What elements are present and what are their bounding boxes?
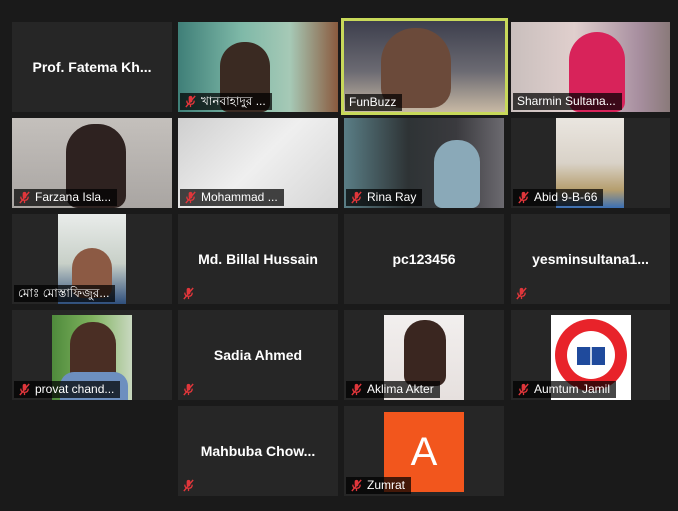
participant-label: Rina Ray [346,189,423,206]
video-tile-yesminsultana[interactable]: yesminsultana1... [511,214,670,304]
video-tile-mostafizur[interactable]: মোঃ মোস্তাফিজুর... [12,214,172,304]
video-tile-funbuzz[interactable]: FunBuzz [341,18,508,115]
muted-mic-icon [183,383,194,396]
participant-name: FunBuzz [349,95,397,109]
participant-label: Aumtum Jamil [513,381,617,398]
participant-label: Farzana Isla... [14,189,118,206]
participant-name: মোঃ মোস্তাফিজুর... [18,286,110,300]
participant-name: Abid 9-B-66 [534,190,598,204]
video-tile-abid[interactable]: Abid 9-B-66 [511,118,670,208]
participant-name: Mahbuba Chow... [200,443,316,459]
muted-mic-icon [185,95,196,108]
participant-label: Mohammad ... [180,189,284,206]
participant-face [404,320,446,386]
participant-label: Zumrat [346,477,412,494]
video-tile-khanbahadur[interactable]: খানবাহাদুর ... [178,22,338,112]
muted-mic-icon [351,383,362,396]
video-tile-aklima[interactable]: Aklima Akter [344,310,504,400]
muted-mic-icon [183,479,194,492]
participant-label: মোঃ মোস্তাফিজুর... [14,285,116,302]
video-tile-provat[interactable]: provat chand... [12,310,172,400]
muted-mic-icon [518,191,529,204]
participant-label: Aklima Akter [346,381,440,398]
participant-name: pc123456 [392,251,456,267]
muted-mic-icon [351,479,362,492]
participant-label: Abid 9-B-66 [513,189,604,206]
participant-label: provat chand... [14,381,121,398]
participant-name: Zumrat [367,478,406,492]
muted-mic-icon [351,191,362,204]
participant-name: provat chand... [35,382,115,396]
video-tile-aumtum[interactable]: Aumtum Jamil [511,310,670,400]
muted-mic-icon [516,287,527,300]
participant-name: Sharmin Sultana... [517,94,616,108]
muted-mic-icon [518,383,529,396]
muted-mic-icon [185,191,196,204]
video-tile-mahbuba[interactable]: Mahbuba Chow... [178,406,338,496]
video-tile-fatema[interactable]: Prof. Fatema Kh... [12,22,172,112]
participant-label: FunBuzz [345,94,403,111]
video-tile-sadia[interactable]: Sadia Ahmed [178,310,338,400]
video-tile-billal[interactable]: Md. Billal Hussain [178,214,338,304]
muted-mic-icon [183,287,194,300]
participant-name: Aklima Akter [367,382,434,396]
video-tile-pc123456[interactable]: pc123456 [344,214,504,304]
participant-name: Prof. Fatema Kh... [32,59,152,75]
participant-name: Md. Billal Hussain [198,251,318,267]
participant-name: yesminsultana1... [532,251,649,267]
participant-name: Farzana Isla... [35,190,112,204]
participant-name: Mohammad ... [201,190,278,204]
participant-label: Sharmin Sultana... [513,93,622,110]
participant-label: খানবাহাদুর ... [180,93,272,110]
participant-name: Rina Ray [367,190,417,204]
video-tile-sharmin[interactable]: Sharmin Sultana... [511,22,670,112]
video-tile-farzana[interactable]: Farzana Isla... [12,118,172,208]
video-tile-mohammad[interactable]: Mohammad ... [178,118,338,208]
participant-name: Sadia Ahmed [213,347,303,363]
video-tile-rina[interactable]: Rina Ray [344,118,504,208]
muted-mic-icon [19,191,30,204]
participant-name: খানবাহাদুর ... [201,94,266,108]
muted-mic-icon [19,383,30,396]
participant-name: Aumtum Jamil [534,382,611,396]
participant-face [434,140,480,208]
